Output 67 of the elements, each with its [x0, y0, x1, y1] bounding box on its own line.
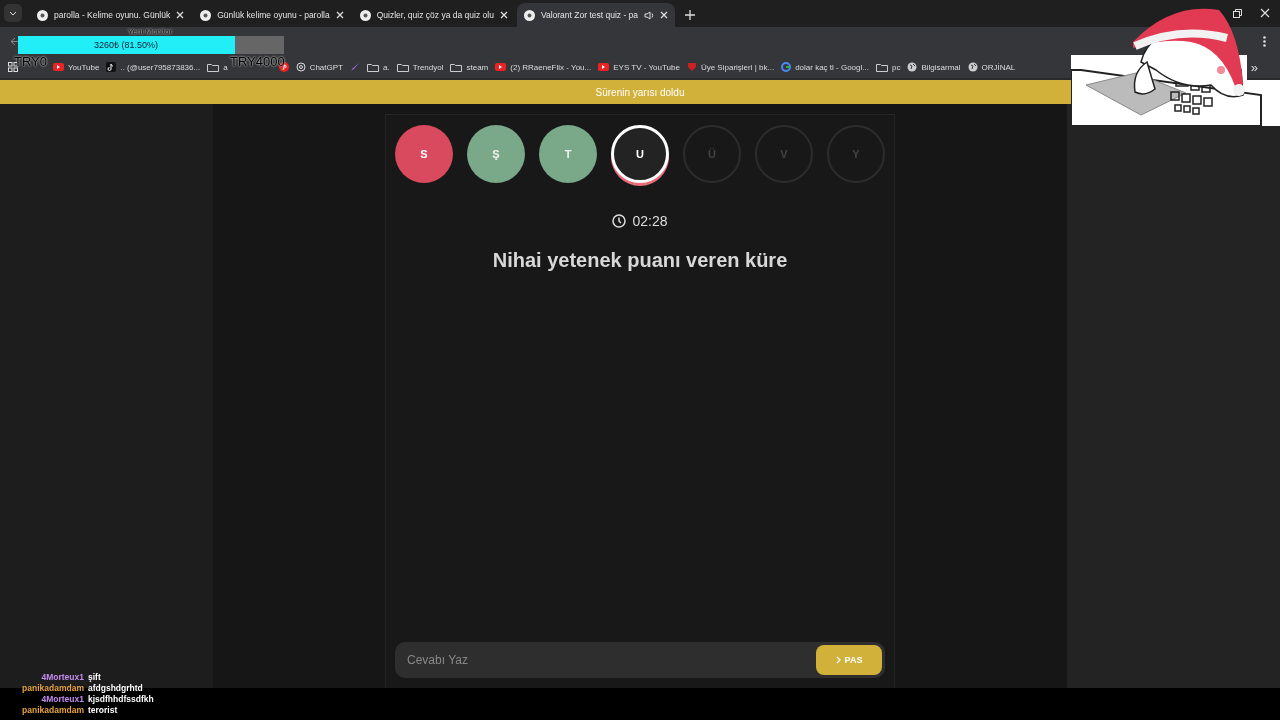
menu-icon[interactable]: [1263, 36, 1266, 47]
favicon-icon: [37, 9, 48, 21]
bookmark[interactable]: ORJİNAL: [967, 62, 1016, 72]
bookmark[interactable]: (2) RRaeneFlix - You...: [495, 62, 592, 72]
bookmark[interactable]: a.: [366, 62, 390, 72]
close-icon[interactable]: [499, 11, 508, 19]
letter-circle: T: [539, 125, 597, 183]
globe-icon: [907, 62, 918, 72]
goal-reading: 3260₺ (81.50%): [92, 39, 159, 52]
timer: 02:28: [632, 213, 668, 229]
chat-message: kjsdfhhdfssdfkh: [88, 694, 154, 704]
chevron-icon: [9, 10, 17, 16]
bookmark[interactable]: Trendyol: [396, 62, 444, 72]
play-icon: [495, 63, 507, 71]
clock-icon: [612, 214, 627, 228]
favicon-icon: [200, 9, 212, 21]
restore-icon[interactable]: [1233, 8, 1242, 18]
close-icon[interactable]: [335, 11, 344, 19]
bookmark[interactable]: EYS TV - YouTube: [598, 62, 680, 72]
note-icon: [106, 62, 117, 72]
chevron-icon: [835, 656, 842, 664]
browser-tab[interactable]: Valorant Zor test quiz - pa: [516, 3, 676, 27]
letter-circle: U: [611, 125, 669, 183]
folder-icon: [875, 62, 888, 72]
close-icon[interactable]: [1260, 8, 1270, 18]
chat-message: terorist: [88, 705, 119, 715]
knot-icon: [295, 62, 306, 72]
chat-username: 4Morteux1: [40, 694, 84, 704]
chat-username: panikadamdam: [21, 705, 84, 715]
browser-tab[interactable]: parolla - Kelime oyunu. Günlük: [30, 3, 192, 27]
folder-icon: [366, 62, 379, 72]
globe-icon: [967, 62, 978, 72]
goal-min: TRY0: [14, 55, 47, 69]
chat-message: şift: [88, 672, 102, 682]
close-icon[interactable]: [660, 11, 669, 19]
letter-circle: Ş: [467, 125, 525, 183]
browser-tab[interactable]: Quizler, quiz çöz ya da quiz olu: [352, 3, 515, 27]
close-icon[interactable]: [176, 11, 185, 19]
folder-icon: [396, 62, 409, 72]
folder-icon: [207, 62, 220, 72]
chat-message: afdgshdgrhtd: [88, 683, 144, 693]
bookmark[interactable]: YouTube: [53, 62, 100, 72]
chat-username: 4Morteux1: [40, 672, 84, 682]
chat-username: panikadamdam: [21, 683, 84, 693]
more-bookmarks-button[interactable]: »: [1250, 59, 1258, 75]
bookmark[interactable]: dolar kaç tl - Googl...: [781, 62, 869, 72]
bookmark[interactable]: Üye Siparişleri | bk...: [686, 62, 775, 72]
favicon-icon: [359, 9, 371, 21]
bookmark[interactable]: a: [207, 62, 228, 72]
bookmark[interactable]: steam: [450, 62, 489, 72]
shield-icon: [686, 62, 697, 72]
play-icon: [598, 63, 610, 71]
folder-icon: [450, 62, 463, 72]
bookmark[interactable]: ChatGPT: [295, 62, 343, 72]
browser-tab[interactable]: Günlük kelime oyunu - parolla: [193, 3, 351, 27]
google-icon: [781, 62, 792, 72]
question-text: Nihai yetenek puanı veren küre: [492, 249, 788, 272]
speaker-icon[interactable]: [644, 10, 655, 20]
bookmark[interactable]: .. (@user795873836...: [106, 62, 201, 72]
favicon-icon: [523, 9, 535, 21]
letter-circle: S: [395, 125, 453, 183]
new-tab-icon[interactable]: [685, 10, 696, 20]
play-icon: [53, 63, 64, 71]
goal-title: Yeni Monitor: [128, 27, 173, 36]
bookmark[interactable]: pc: [875, 62, 901, 72]
bookmark[interactable]: Bilgisarmal: [907, 62, 961, 72]
notice-text: Sürenin yarısı doldu: [595, 86, 685, 98]
